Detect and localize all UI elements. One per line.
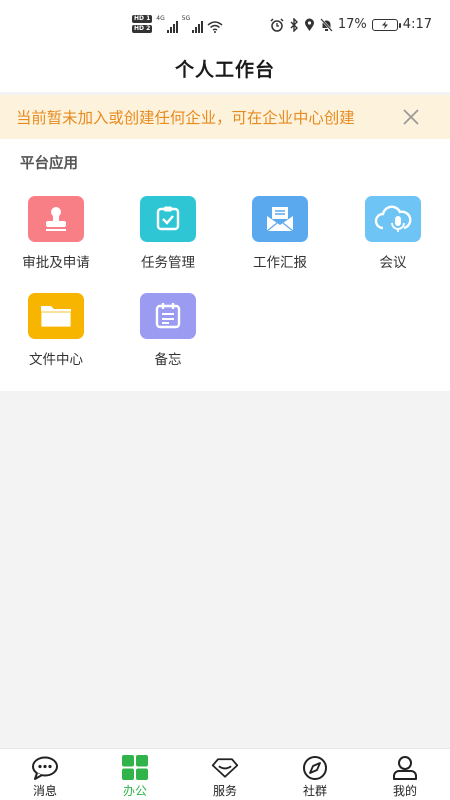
hd2-badge: HD 2 (132, 25, 153, 33)
status-bar: HD 1 HD 2 4G 5G 17% 4:17 (0, 0, 450, 52)
notice-banner: 当前暂未加入或创建任何企业，可在企业中心创建 (0, 95, 450, 139)
bluetooth-icon (290, 17, 298, 32)
section-title: 平台应用 (20, 156, 78, 172)
app-memo[interactable]: 备忘 (112, 293, 224, 368)
person-icon (391, 755, 419, 781)
hd1-badge: HD 1 (132, 15, 153, 23)
app-label: 工作汇报 (253, 255, 307, 271)
nav-label: 服务 (212, 784, 237, 798)
nav-item-community[interactable]: 社群 (270, 749, 360, 800)
nav-item-mine[interactable]: 我的 (360, 749, 450, 800)
nav-item-office[interactable]: 办公 (90, 749, 180, 800)
alarm-icon (270, 17, 284, 32)
calendar-note-icon (140, 293, 196, 339)
battery-icon (371, 18, 401, 31)
app-label: 会议 (379, 255, 407, 271)
close-icon[interactable] (402, 108, 420, 126)
envelope-icon (252, 196, 308, 242)
app-file-center[interactable]: 文件中心 (0, 293, 112, 368)
platform-apps-panel: 平台应用 审批及申请 任务管理 工作汇报 会议 文件中心 备忘 (0, 139, 450, 391)
nav-item-messages[interactable]: 消息 (0, 749, 90, 800)
header: 个人工作台 (0, 52, 450, 92)
signal-icon (166, 21, 178, 33)
nav-label: 消息 (32, 784, 57, 798)
location-icon (304, 18, 314, 31)
app-label: 文件中心 (29, 352, 83, 368)
diamond-icon (211, 755, 239, 781)
folder-icon (28, 293, 84, 339)
app-label: 备忘 (154, 352, 182, 368)
hd-badges: HD 1 HD 2 (132, 15, 153, 33)
app-label: 任务管理 (141, 255, 195, 271)
nav-label: 我的 (392, 784, 417, 798)
network-type-2: 5G (181, 15, 191, 22)
battery-percent: 17% (337, 17, 367, 32)
mute-bell-icon (320, 17, 333, 32)
app-meeting[interactable]: 会议 (337, 196, 449, 271)
notice-text: 当前暂未加入或创建任何企业，可在企业中心创建 (16, 109, 355, 127)
grid-icon (121, 755, 149, 781)
cloud-mic-icon (365, 196, 421, 242)
clock-time: 4:17 (402, 17, 432, 32)
nav-item-services[interactable]: 服务 (180, 749, 270, 800)
bottom-nav: 消息 办公 服务 社群 我的 (0, 748, 450, 800)
app-task-management[interactable]: 任务管理 (112, 196, 224, 271)
clipboard-check-icon (140, 196, 196, 242)
status-left: HD 1 HD 2 4G 5G (132, 15, 223, 33)
app-label: 审批及申请 (22, 255, 90, 271)
status-right: 17% 4:17 (270, 17, 432, 32)
nav-label: 社群 (302, 784, 327, 798)
signal-icon-2 (192, 21, 204, 33)
chat-icon (31, 755, 59, 781)
compass-icon (301, 755, 329, 781)
app-approval[interactable]: 审批及申请 (0, 196, 112, 271)
network-type-1: 4G (156, 15, 165, 22)
page-title: 个人工作台 (174, 59, 275, 81)
nav-label: 办公 (122, 784, 147, 798)
wifi-icon (207, 21, 223, 33)
stamp-icon (28, 196, 84, 242)
app-work-report[interactable]: 工作汇报 (224, 196, 336, 271)
